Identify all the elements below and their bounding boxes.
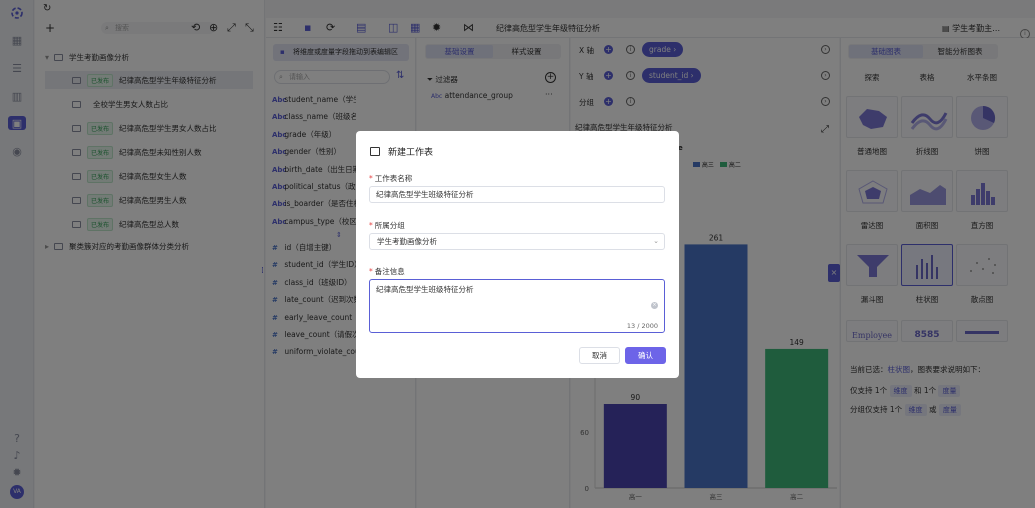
name-label: * 工作表名称 [369, 174, 413, 183]
note-label: * 备注信息 [369, 267, 405, 276]
confirm-button[interactable]: 确认 [625, 347, 666, 364]
chevron-down-icon: ⌄ [653, 237, 659, 245]
clear-icon[interactable]: × [651, 302, 658, 309]
dialog-title: 新建工作表 [388, 148, 434, 158]
cancel-button[interactable]: 取消 [579, 347, 620, 364]
char-count: 13 / 2000 [626, 322, 658, 330]
worksheet-icon [370, 147, 380, 156]
note-textarea[interactable]: 纪律高危型学生班级特征分析 × 13 / 2000 [369, 279, 665, 333]
dialog-header: 新建工作表 [370, 145, 433, 158]
group-select[interactable]: 学生考勤画像分析 ⌄ [369, 233, 665, 250]
group-field-label: * 所属分组 [369, 221, 405, 230]
worksheet-name-input[interactable]: 纪律高危型学生班级特征分析 [369, 186, 665, 203]
new-worksheet-dialog: 新建工作表 * 工作表名称 纪律高危型学生班级特征分析 * 所属分组 学生考勤画像分… [356, 131, 679, 378]
